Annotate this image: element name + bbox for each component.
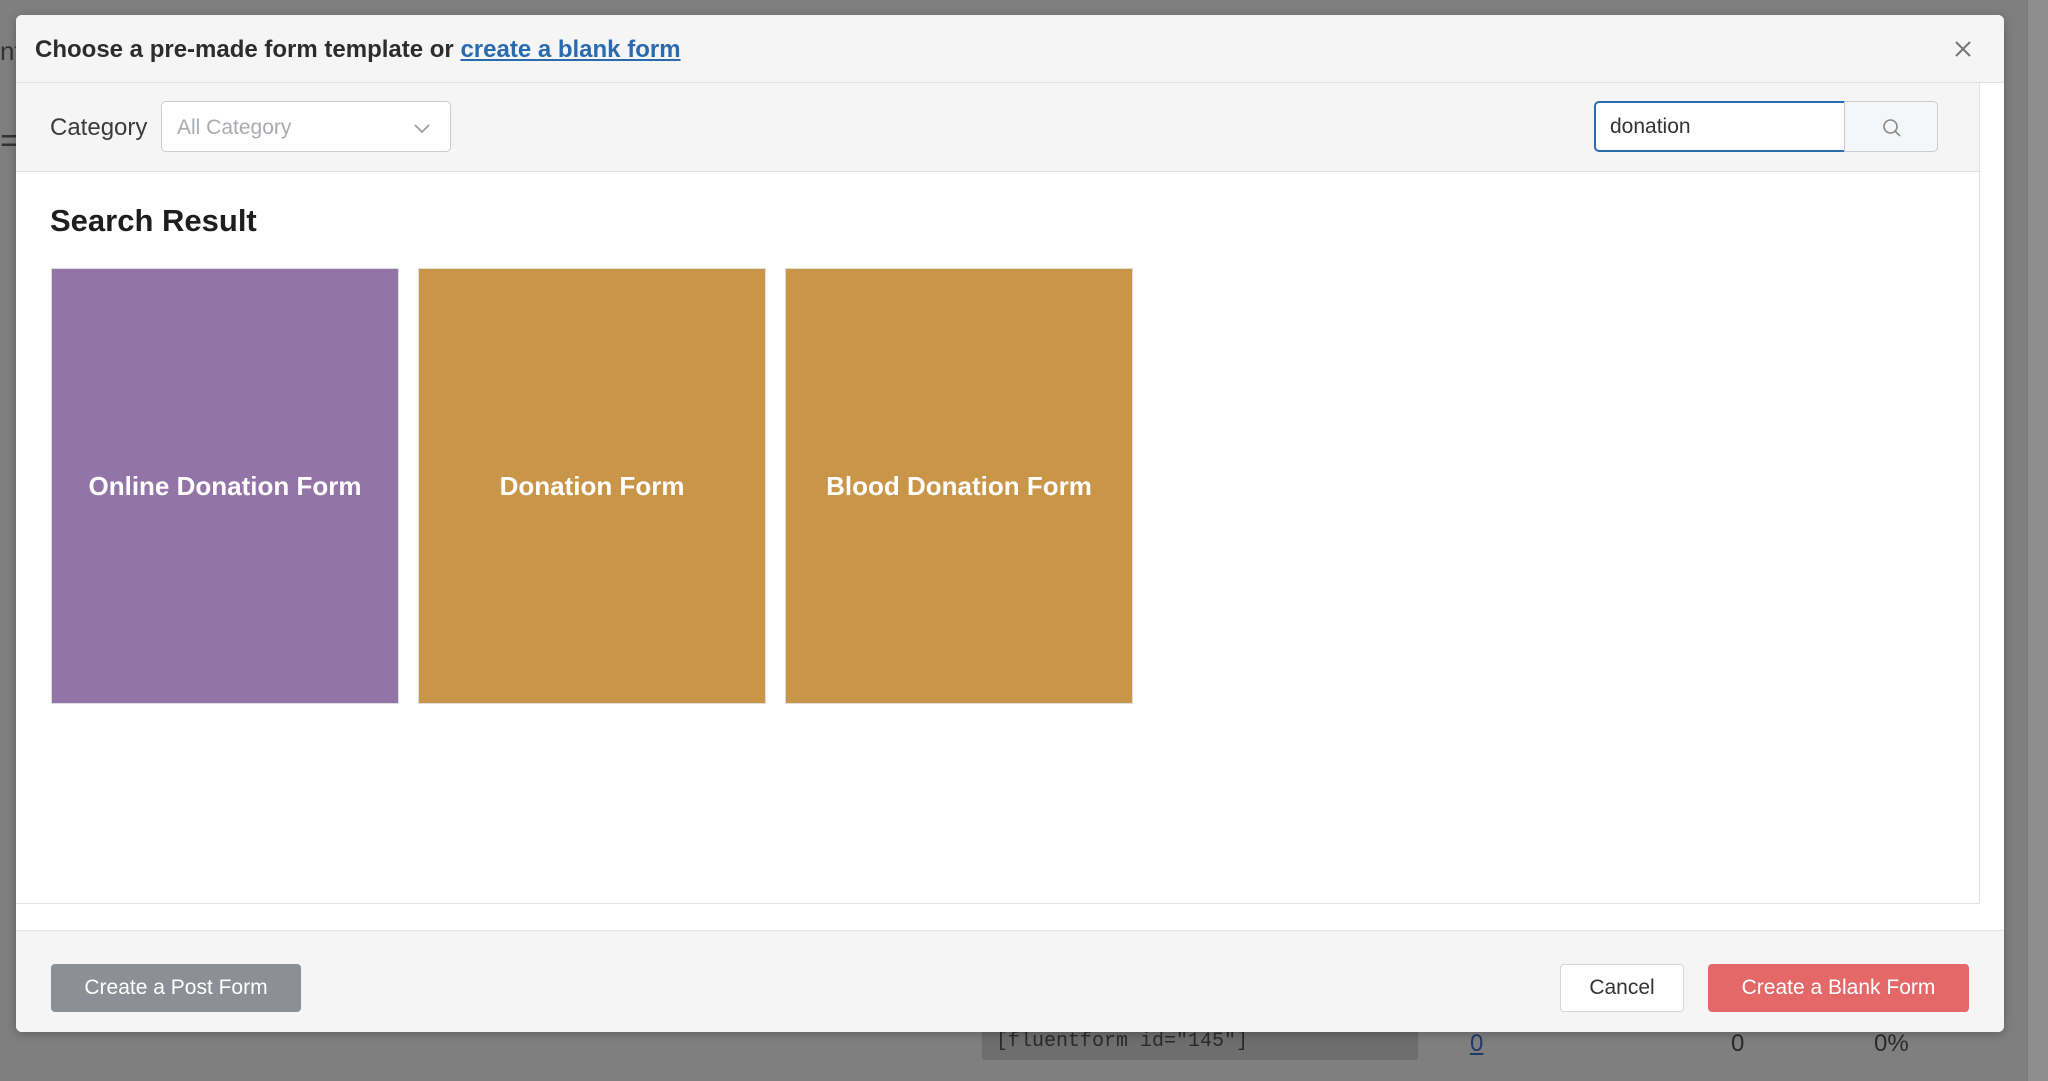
create-post-form-button[interactable]: Create a Post Form bbox=[51, 964, 301, 1012]
template-card-online-donation[interactable]: Online Donation Form bbox=[51, 268, 399, 704]
template-card-label: Donation Form bbox=[499, 470, 685, 501]
background-scrollbar bbox=[2027, 0, 2048, 1081]
template-card-label: Blood Donation Form bbox=[826, 470, 1092, 501]
search-input[interactable] bbox=[1594, 101, 1844, 152]
background-views-cell: 0 bbox=[1731, 1030, 1745, 1057]
background-entries-link: 0 bbox=[1470, 1030, 1484, 1057]
template-card-blood-donation[interactable]: Blood Donation Form bbox=[785, 268, 1133, 704]
create-blank-form-link[interactable]: create a blank form bbox=[460, 36, 680, 63]
results-panel: Search Result Online Donation Form Donat… bbox=[16, 172, 1980, 904]
close-icon bbox=[1955, 41, 1971, 57]
modal-title: Choose a pre-made form template or creat… bbox=[35, 36, 681, 64]
create-blank-form-button[interactable]: Create a Blank Form bbox=[1708, 964, 1969, 1012]
modal-header: Choose a pre-made form template or creat… bbox=[16, 15, 2004, 83]
modal-footer: Create a Post Form Cancel Create a Blank… bbox=[16, 930, 2004, 1032]
template-card-donation[interactable]: Donation Form bbox=[418, 268, 766, 704]
category-select[interactable]: All Category bbox=[161, 101, 451, 152]
search-button[interactable] bbox=[1844, 101, 1938, 152]
results-heading: Search Result bbox=[50, 203, 257, 238]
category-label: Category bbox=[50, 114, 148, 141]
template-modal: Choose a pre-made form template or creat… bbox=[16, 15, 2004, 1032]
filter-bar: Category All Category bbox=[16, 83, 1980, 172]
cancel-button[interactable]: Cancel bbox=[1560, 964, 1684, 1012]
template-card-label: Online Donation Form bbox=[88, 470, 362, 501]
background-conversion-cell: 0% bbox=[1874, 1030, 1909, 1057]
close-button[interactable] bbox=[1949, 35, 1977, 63]
modal-title-text: Choose a pre-made form template or bbox=[35, 36, 461, 63]
chevron-down-icon bbox=[414, 124, 430, 134]
category-select-value: All Category bbox=[177, 116, 292, 139]
search-group bbox=[1594, 101, 1938, 152]
search-icon bbox=[1883, 119, 1901, 137]
